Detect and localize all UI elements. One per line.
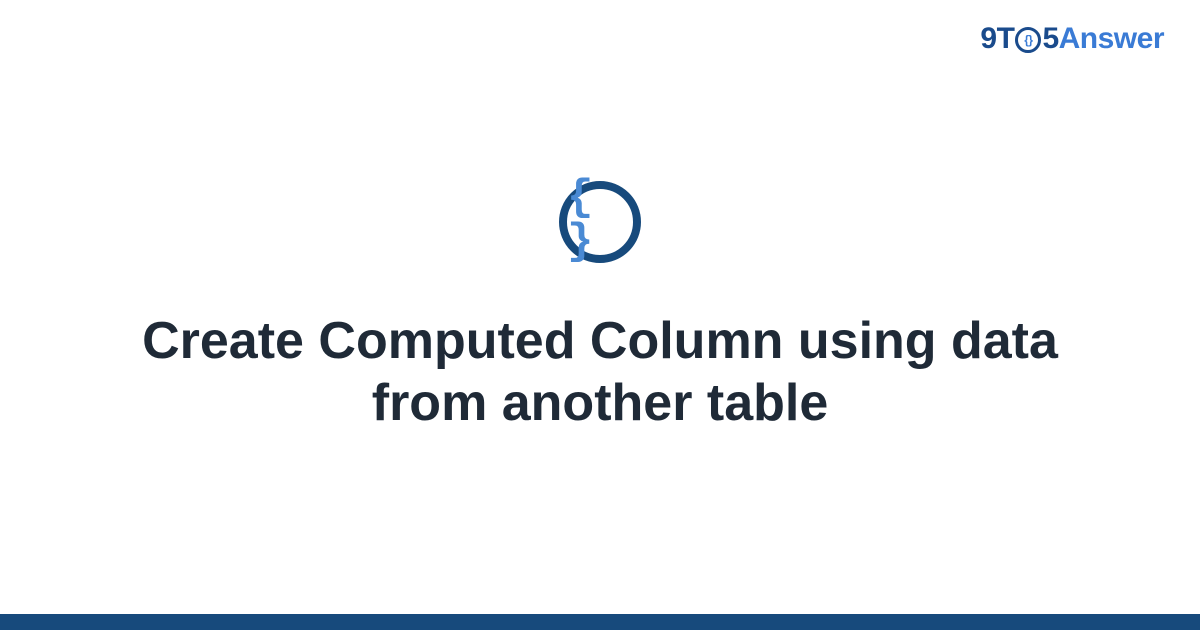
footer-accent-bar	[0, 614, 1200, 630]
page-title: Create Computed Column using data from a…	[110, 311, 1090, 434]
main-content: { } Create Computed Column using data fr…	[0, 0, 1200, 615]
code-braces-icon: { }	[559, 181, 641, 263]
braces-glyph: { }	[567, 176, 633, 264]
